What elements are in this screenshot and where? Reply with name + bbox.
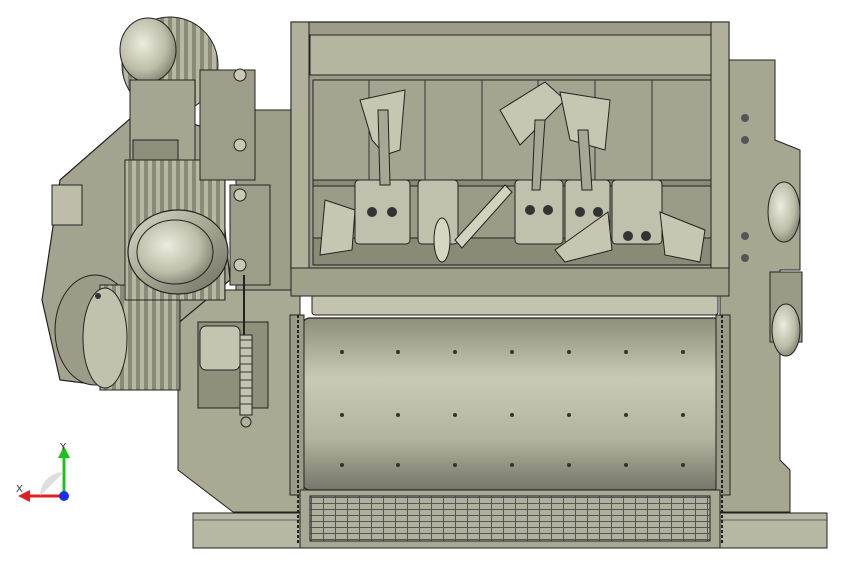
axis-triad-graphic xyxy=(18,446,70,502)
axis-triad: X Y xyxy=(10,440,80,510)
discharge-grille xyxy=(299,489,721,549)
x-axis-label: X xyxy=(16,484,23,495)
cad-viewport[interactable]: X Y xyxy=(0,0,867,562)
discharge-drum[interactable] xyxy=(289,314,731,496)
gearbox xyxy=(82,284,181,391)
right-side-frame xyxy=(719,59,803,513)
top-rail xyxy=(290,267,730,316)
mixer-model[interactable] xyxy=(0,0,867,562)
main-motor xyxy=(124,159,229,301)
mixing-shaft xyxy=(312,179,712,245)
y-axis-label: Y xyxy=(60,442,67,453)
